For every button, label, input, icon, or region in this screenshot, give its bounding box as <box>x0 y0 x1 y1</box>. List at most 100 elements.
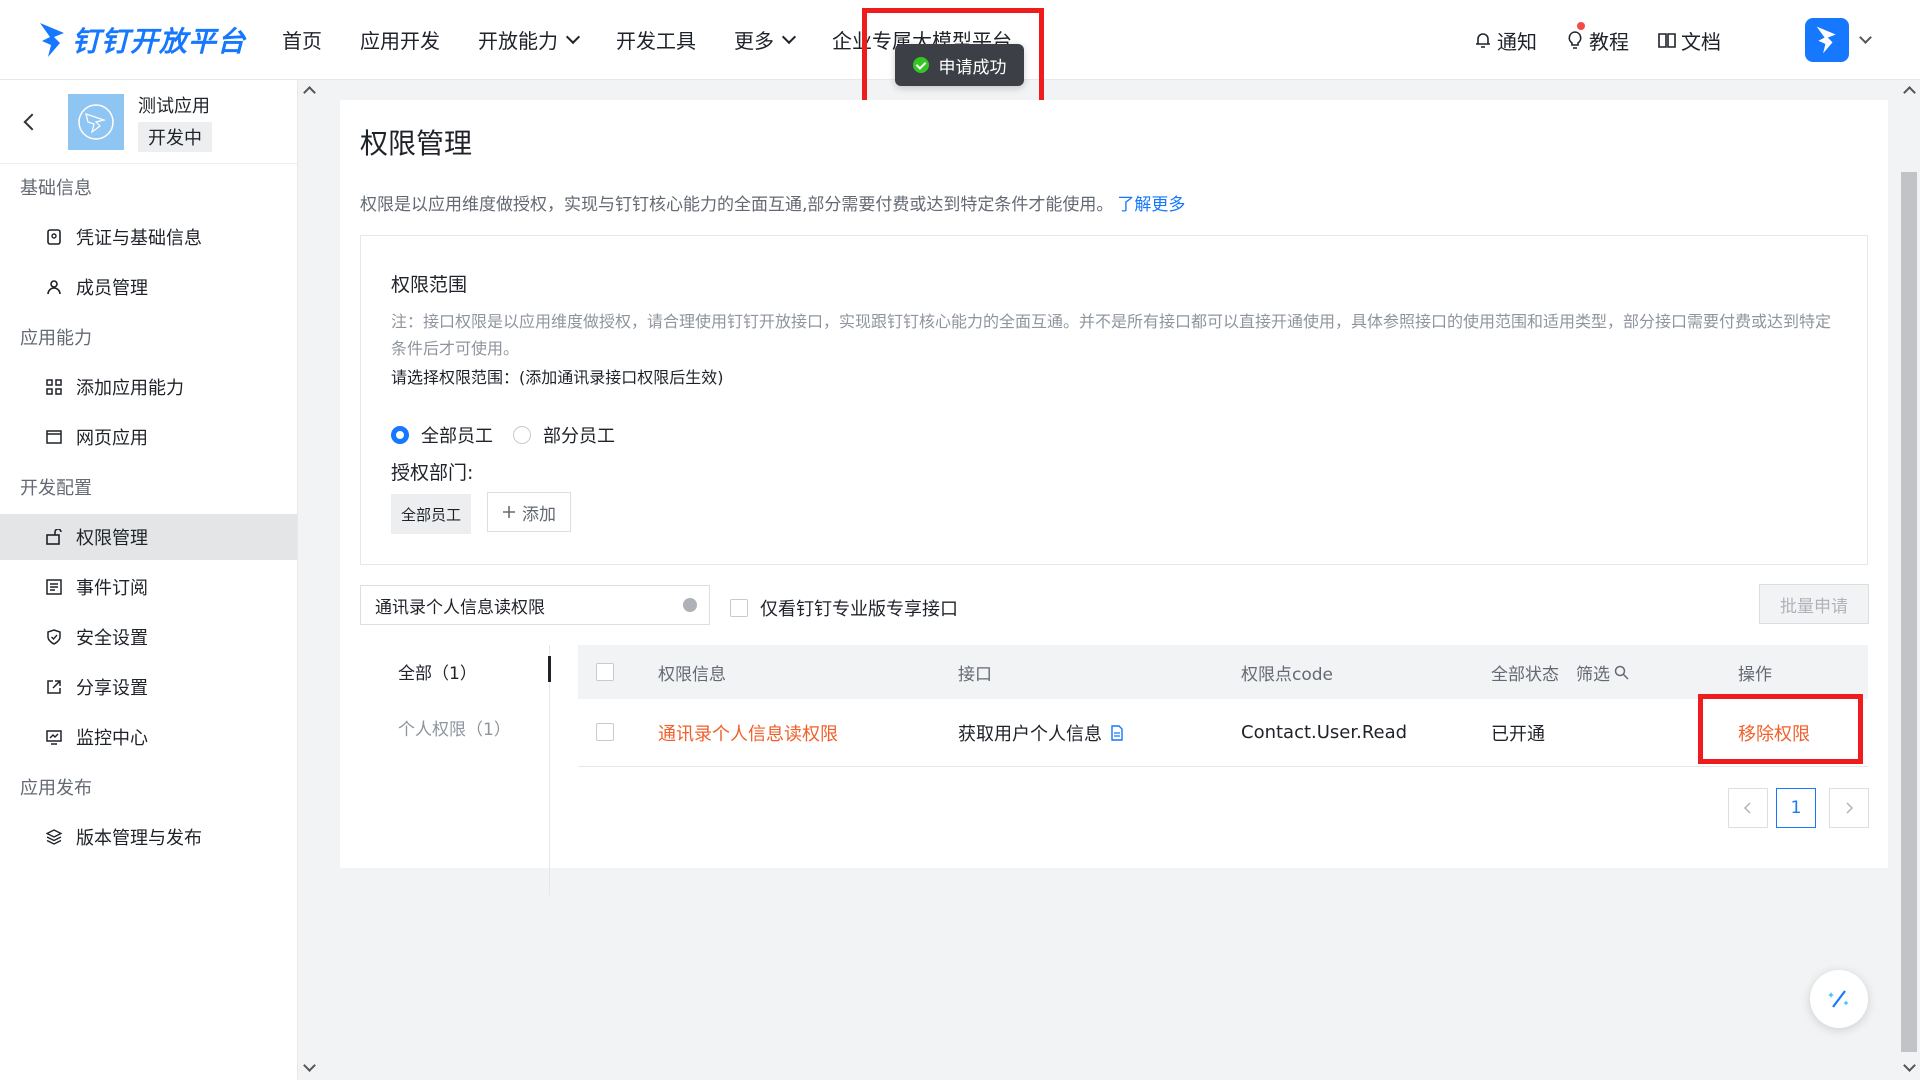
permission-tabs: 全部（1） 个人权限（1） <box>360 645 551 895</box>
tab-label: 个人权限（1） <box>398 720 511 740</box>
page-title: 权限管理 <box>360 127 473 160</box>
tutorial-label: 教程 <box>1589 29 1629 54</box>
radio-partial-staff-label[interactable]: 部分员工 <box>543 422 615 448</box>
header-info: 权限信息 <box>658 664 726 685</box>
sidebar-item-label: 成员管理 <box>76 278 148 299</box>
sidebar-scroll-up-icon[interactable] <box>303 86 316 99</box>
select-all-checkbox[interactable] <box>596 663 614 681</box>
pro-only-checkbox[interactable] <box>730 599 748 617</box>
tab-active-indicator <box>548 656 551 682</box>
sidebar-item-permissions[interactable]: 权限管理 <box>0 514 297 560</box>
book-icon <box>1658 33 1676 48</box>
clear-input-icon[interactable] <box>683 598 697 612</box>
magic-wand-icon <box>1828 990 1849 1008</box>
sidebar-item-label: 添加应用能力 <box>76 378 184 399</box>
permission-scope-panel: 权限范围 注：接口权限是以应用维度做授权，请合理使用钉钉开放接口，实现跟钉钉核心… <box>360 235 1868 565</box>
row-checkbox[interactable] <box>596 723 614 741</box>
user-icon <box>46 279 62 295</box>
doc-link-icon[interactable] <box>1110 724 1124 741</box>
layers-icon <box>46 829 62 845</box>
notify-button[interactable]: 通知 <box>1473 26 1537 55</box>
nav-item-label: 首页 <box>282 29 323 53</box>
search-icon <box>1614 665 1629 680</box>
ai-assistant-button[interactable] <box>1810 970 1868 1028</box>
app-placeholder-icon <box>78 103 114 140</box>
app-icon <box>68 93 124 150</box>
radio-all-staff-label[interactable]: 全部员工 <box>421 422 493 448</box>
chevron-down-icon <box>1859 30 1872 44</box>
avatar[interactable] <box>1805 18 1849 62</box>
header-api: 接口 <box>958 664 992 685</box>
sidebar-item-version-release[interactable]: 版本管理与发布 <box>0 814 297 860</box>
api-name-text: 获取用户个人信息 <box>958 723 1102 745</box>
dingtalk-logo-icon <box>40 22 64 57</box>
pro-only-label: 仅看钉钉专业版专享接口 <box>760 599 958 620</box>
sidebar-item-webpage-app[interactable]: 网页应用 <box>0 414 297 460</box>
apps-icon <box>46 379 62 395</box>
page-scrollbar-thumb[interactable] <box>1901 172 1917 1052</box>
sidebar-item-event-subscription[interactable]: 事件订阅 <box>0 564 297 610</box>
api-name[interactable]: 获取用户个人信息 <box>958 720 1124 746</box>
header-filter[interactable]: 筛选 <box>1576 660 1629 685</box>
permission-code: Contact.User.Read <box>1241 722 1408 743</box>
pro-only-filter[interactable]: 仅看钉钉专业版专享接口 <box>730 595 958 621</box>
app-header: 测试应用 开发中 <box>0 80 297 164</box>
dept-tag: 全部员工 <box>391 494 471 534</box>
tab-all[interactable]: 全部（1） <box>398 659 477 684</box>
nav-item-label: 应用开发 <box>360 29 441 53</box>
brand-logo[interactable]: 钉钉开放平台 <box>38 0 246 80</box>
permission-name-link[interactable]: 通讯录个人信息读权限 <box>658 720 838 746</box>
add-dept-button[interactable]: 添加 <box>487 492 571 532</box>
radio-all-staff[interactable] <box>391 426 409 444</box>
sidebar-item-members[interactable]: 成员管理 <box>0 264 297 310</box>
credential-icon <box>46 229 62 245</box>
sidebar-scroll-down-icon[interactable] <box>303 1059 316 1072</box>
tutorial-button[interactable]: 教程 <box>1565 21 1629 55</box>
shield-icon <box>46 629 62 645</box>
nav-item-label: 开发工具 <box>616 29 697 53</box>
filter-label: 筛选 <box>1576 664 1610 685</box>
sidebar-item-label: 凭证与基础信息 <box>76 228 202 249</box>
notify-label: 通知 <box>1497 29 1537 54</box>
sidebar-item-add-capability[interactable]: 添加应用能力 <box>0 364 297 410</box>
scope-title: 权限范围 <box>391 274 468 296</box>
sidebar-item-monitor[interactable]: 监控中心 <box>0 714 297 760</box>
next-page-button[interactable] <box>1829 788 1869 828</box>
sidebar-item-label: 监控中心 <box>76 728 148 749</box>
nav-item-app-dev[interactable]: 应用开发 <box>360 25 440 54</box>
batch-apply-button[interactable]: 批量申请 <box>1759 584 1869 624</box>
header-status[interactable]: 全部状态 <box>1491 660 1559 685</box>
sidebar-item-credentials[interactable]: 凭证与基础信息 <box>0 214 297 260</box>
monitor-icon <box>46 729 62 745</box>
permission-search-input[interactable]: 通讯录个人信息读权限 <box>360 585 710 625</box>
search-input-value: 通讯录个人信息读权限 <box>375 597 545 618</box>
sidebar-item-label: 安全设置 <box>76 628 148 649</box>
nav-item-more[interactable]: 更多 <box>734 25 797 54</box>
sidebar-item-share[interactable]: 分享设置 <box>0 664 297 710</box>
sidebar-item-security[interactable]: 安全设置 <box>0 614 297 660</box>
learn-more-link[interactable]: 了解更多 <box>1117 195 1185 215</box>
event-icon <box>46 579 62 595</box>
chevron-down-icon <box>565 29 581 44</box>
remove-permission-button[interactable]: 移除权限 <box>1738 720 1810 746</box>
docs-label: 文档 <box>1681 29 1721 54</box>
page-number-button[interactable]: 1 <box>1776 788 1816 828</box>
radio-partial-staff[interactable] <box>513 426 531 444</box>
user-menu[interactable] <box>1805 18 1872 62</box>
sidebar-item-label: 权限管理 <box>76 528 148 549</box>
back-chevron-icon[interactable] <box>23 113 41 130</box>
nav-item-dev-tools[interactable]: 开发工具 <box>616 25 696 54</box>
docs-button[interactable]: 文档 <box>1657 26 1721 55</box>
nav-right-group: 通知 教程 文档 <box>1473 0 1872 80</box>
scope-radio-group: 全部员工 部分员工 <box>391 422 635 448</box>
nav-item-home[interactable]: 首页 <box>282 25 322 54</box>
sidebar-group-title: 开发配置 <box>20 478 92 499</box>
prev-page-button[interactable] <box>1728 788 1768 828</box>
header-action: 操作 <box>1738 664 1772 685</box>
sidebar: 测试应用 开发中 基础信息 凭证与基础信息 成员管理 应用能力 添加应用能力 网… <box>0 80 316 1080</box>
nav-item-open-capabilities[interactable]: 开放能力 <box>478 25 581 54</box>
tab-personal[interactable]: 个人权限（1） <box>398 715 511 740</box>
page-description-text: 权限是以应用维度做授权，实现与钉钉核心能力的全面互通,部分需要付费或达到特定条件… <box>360 195 1114 215</box>
permission-table: 权限信息 接口 权限点code 全部状态 筛选 操作 通讯录个人信息读权限 获取… <box>578 645 1868 767</box>
chevron-down-icon <box>781 29 797 44</box>
